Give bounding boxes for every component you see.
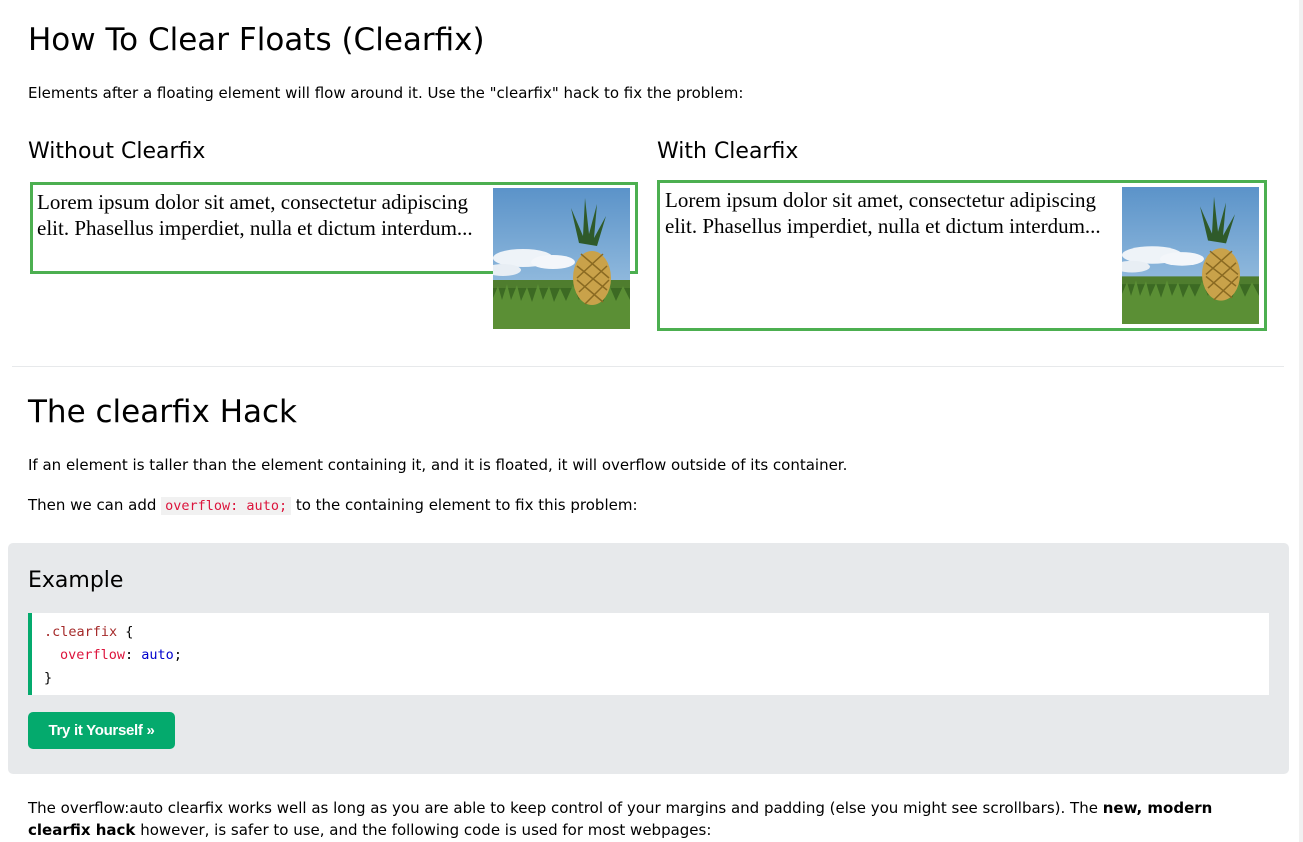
code-value: auto bbox=[141, 647, 174, 663]
with-clearfix-heading: With Clearfix bbox=[657, 139, 799, 164]
with-clearfix-text: Lorem ipsum dolor sit amet, consectetur … bbox=[665, 188, 1101, 238]
section-divider bbox=[12, 366, 1284, 367]
hack-paragraph-2: Then we can add overflow: auto; to the c… bbox=[28, 494, 638, 517]
code-colon: : bbox=[125, 647, 142, 663]
code-example: .clearfix { overflow: auto; } bbox=[28, 613, 1269, 695]
code-brace-close: } bbox=[44, 670, 53, 686]
code-line-2: overflow: auto; bbox=[44, 644, 1269, 667]
code-brace-open: { bbox=[117, 624, 134, 640]
inline-code-overflow: overflow: auto; bbox=[161, 497, 292, 515]
modern-clearfix-paragraph: The overflow:auto clearfix works well as… bbox=[28, 797, 1258, 841]
pineapple-image bbox=[493, 188, 630, 329]
page-scrollbar[interactable] bbox=[1299, 0, 1303, 842]
hack-paragraph-1: If an element is taller than the element… bbox=[28, 456, 848, 474]
without-clearfix-text: Lorem ipsum dolor sit amet, consectetur … bbox=[37, 190, 473, 240]
intro-paragraph: Elements after a floating element will f… bbox=[28, 84, 744, 102]
code-selector: .clearfix bbox=[44, 624, 118, 640]
code-semicolon: ; bbox=[173, 647, 182, 663]
code-property: overflow bbox=[60, 647, 126, 663]
code-line-3: } bbox=[44, 667, 1269, 690]
modern-clearfix-text-start: The overflow:auto clearfix works well as… bbox=[28, 799, 1103, 817]
without-clearfix-heading: Without Clearfix bbox=[28, 139, 206, 164]
modern-clearfix-text-end: however, is safer to use, and the follow… bbox=[135, 821, 712, 839]
pineapple-image bbox=[1122, 187, 1259, 324]
hack-paragraph-2-start: Then we can add bbox=[28, 496, 162, 514]
try-it-yourself-button[interactable]: Try it Yourself » bbox=[28, 712, 175, 749]
hack-paragraph-2-end: to the containing element to fix this pr… bbox=[291, 496, 638, 514]
clearfix-hack-heading: The clearfix Hack bbox=[28, 394, 298, 430]
code-line-1: .clearfix { bbox=[44, 621, 1269, 644]
example-heading: Example bbox=[28, 568, 124, 593]
page-title: How To Clear Floats (Clearfix) bbox=[28, 22, 485, 58]
